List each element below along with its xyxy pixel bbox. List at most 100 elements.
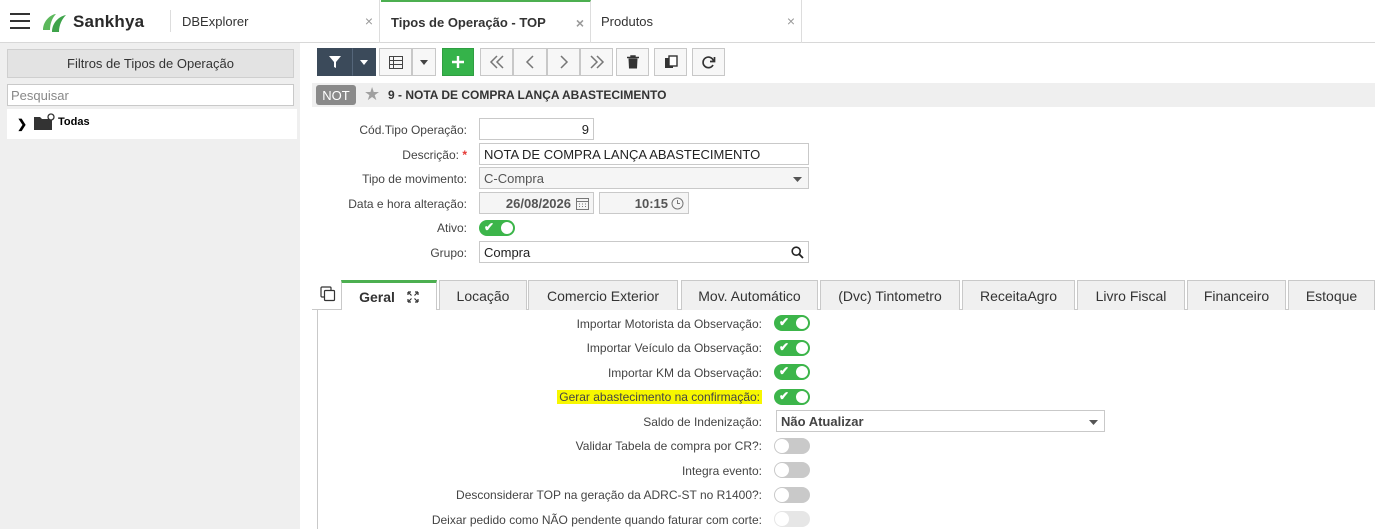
filter-tree: ❯ Todas bbox=[7, 109, 297, 139]
copy-icon bbox=[664, 55, 678, 68]
filter-icon bbox=[328, 56, 341, 68]
grupo-field[interactable]: Compra bbox=[479, 241, 809, 263]
filter-button[interactable] bbox=[317, 48, 352, 76]
desconsiderar-top-toggle[interactable] bbox=[774, 487, 810, 503]
toggle-knob bbox=[775, 439, 789, 453]
chevron-right-icon[interactable]: ❯ bbox=[17, 117, 27, 131]
saldo-indenizacao-select[interactable]: Não Atualizar bbox=[776, 410, 1105, 432]
cod-tipo-operacao-label: Cód.Tipo Operação: bbox=[359, 123, 467, 137]
calendar-icon[interactable] bbox=[576, 197, 589, 210]
star-icon[interactable]: ★ bbox=[364, 84, 380, 105]
sankhya-logo[interactable]: Sankhya bbox=[40, 9, 144, 35]
tipo-movimento-select[interactable]: C-Compra bbox=[479, 167, 809, 189]
hora-alteracao-field[interactable]: 10:15 bbox=[599, 192, 689, 214]
importar-veiculo-label: Importar Veículo da Observação: bbox=[586, 341, 762, 355]
add-button[interactable] bbox=[442, 48, 474, 76]
descricao-label-text: Descrição: bbox=[402, 148, 459, 162]
caret-down-icon bbox=[1089, 420, 1098, 425]
data-hora-alteracao-label: Data e hora alteração: bbox=[348, 197, 467, 211]
toggle-knob bbox=[795, 341, 809, 355]
check-icon: ✔ bbox=[779, 364, 790, 378]
tipo-movimento-value: C-Compra bbox=[484, 170, 544, 186]
tab-produtos[interactable]: Produtos × bbox=[591, 0, 802, 43]
folder-gear-icon bbox=[34, 113, 55, 130]
close-icon[interactable]: × bbox=[365, 13, 373, 29]
grupo-value: Compra bbox=[484, 244, 531, 260]
integra-evento-toggle[interactable] bbox=[774, 462, 810, 478]
gerar-abastecimento-toggle[interactable]: ✔ bbox=[774, 389, 810, 405]
caret-down-icon bbox=[360, 59, 368, 65]
check-icon: ✔ bbox=[779, 389, 790, 403]
double-chevron-left-icon bbox=[489, 55, 504, 69]
delete-button[interactable] bbox=[616, 48, 649, 76]
gerar-abastecimento-label: Gerar abastecimento na confirmação: bbox=[557, 390, 762, 404]
tab-tipos-operacao[interactable]: Tipos de Operação - TOP × bbox=[381, 0, 591, 43]
last-record-button[interactable] bbox=[580, 48, 613, 76]
tab-dvc-tintometro[interactable]: (Dvc) Tintometro bbox=[820, 280, 960, 310]
grid-icon bbox=[388, 55, 403, 69]
hamburger-menu-icon[interactable] bbox=[10, 13, 30, 29]
tab-estoque[interactable]: Estoque bbox=[1288, 280, 1375, 310]
importar-motorista-toggle[interactable]: ✔ bbox=[774, 315, 810, 331]
duplicate-button[interactable] bbox=[654, 48, 687, 76]
toggle-knob bbox=[500, 221, 514, 235]
filter-dropdown-button[interactable] bbox=[352, 48, 376, 76]
caret-down-icon bbox=[793, 177, 802, 182]
expand-icon[interactable] bbox=[407, 291, 419, 303]
data-alteracao-field[interactable]: 26/08/2026 bbox=[479, 192, 594, 214]
tab-label: Geral bbox=[359, 289, 395, 305]
copy-icon[interactable] bbox=[320, 286, 336, 302]
tab-financeiro[interactable]: Financeiro bbox=[1187, 280, 1286, 310]
search-input[interactable] bbox=[7, 84, 294, 106]
tab-dbexplorer[interactable]: DBExplorer × bbox=[180, 0, 380, 43]
tree-item-todas[interactable]: Todas bbox=[58, 116, 90, 128]
prev-record-button[interactable] bbox=[513, 48, 547, 76]
validar-tabela-toggle[interactable] bbox=[774, 438, 810, 454]
toggle-knob bbox=[795, 365, 809, 379]
trash-icon bbox=[626, 55, 639, 69]
grid-view-button[interactable] bbox=[379, 48, 412, 76]
tipo-movimento-label: Tipo de movimento: bbox=[362, 172, 467, 186]
grupo-label: Grupo: bbox=[430, 246, 467, 260]
first-record-button[interactable] bbox=[480, 48, 513, 76]
saldo-indenizacao-label: Saldo de Indenização: bbox=[643, 415, 762, 429]
record-header: NOT ★ 9 - NOTA DE COMPRA LANÇA ABASTECIM… bbox=[312, 83, 1375, 107]
descricao-label: Descrição: * bbox=[402, 148, 467, 162]
tab-receitaagro[interactable]: ReceitaAgro bbox=[962, 280, 1075, 310]
tab-geral[interactable]: Geral bbox=[341, 280, 437, 311]
tab-comercio-exterior[interactable]: Comercio Exterior bbox=[528, 280, 678, 310]
check-icon: ✔ bbox=[779, 315, 790, 329]
next-record-button[interactable] bbox=[547, 48, 580, 76]
deixar-pedido-toggle[interactable] bbox=[774, 511, 810, 527]
chevron-right-icon bbox=[559, 55, 568, 69]
detail-tabs: Geral Locação Comercio Exterior Mov. Aut… bbox=[312, 279, 1375, 311]
refresh-button[interactable] bbox=[692, 48, 725, 76]
close-icon[interactable]: × bbox=[576, 15, 584, 31]
close-icon[interactable]: × bbox=[787, 13, 795, 29]
double-chevron-right-icon bbox=[589, 55, 604, 69]
required-marker: * bbox=[462, 148, 467, 162]
cod-tipo-operacao-field[interactable]: 9 bbox=[479, 118, 594, 140]
search-icon[interactable] bbox=[791, 246, 804, 259]
ativo-toggle[interactable]: ✔ bbox=[479, 220, 515, 236]
tab-label: Produtos bbox=[601, 14, 654, 29]
toggle-knob bbox=[795, 316, 809, 330]
importar-veiculo-toggle[interactable]: ✔ bbox=[774, 340, 810, 356]
validar-tabela-label: Validar Tabela de compra por CR?: bbox=[575, 439, 762, 453]
filter-panel-title[interactable]: Filtros de Tipos de Operação bbox=[7, 49, 294, 78]
hora-alteracao-value: 10:15 bbox=[634, 195, 668, 211]
tab-mov-automatico[interactable]: Mov. Automático bbox=[681, 280, 818, 310]
descricao-field[interactable]: NOTA DE COMPRA LANÇA ABASTECIMENTO bbox=[479, 143, 809, 165]
importar-km-label: Importar KM da Observação: bbox=[607, 366, 762, 380]
deixar-pedido-label: Deixar pedido como NÃO pendente quando f… bbox=[431, 513, 762, 527]
grid-dropdown-button[interactable] bbox=[412, 48, 436, 76]
saldo-indenizacao-value: Não Atualizar bbox=[781, 413, 864, 429]
logo-divider bbox=[170, 10, 171, 32]
top-bar: Sankhya DBExplorer × Tipos de Operação -… bbox=[0, 0, 1375, 43]
importar-km-toggle[interactable]: ✔ bbox=[774, 364, 810, 380]
tab-locacao[interactable]: Locação bbox=[439, 280, 527, 310]
toggle-knob bbox=[775, 512, 789, 526]
clock-icon[interactable] bbox=[671, 197, 684, 210]
tab-livro-fiscal[interactable]: Livro Fiscal bbox=[1077, 280, 1185, 310]
caret-down-icon bbox=[420, 59, 428, 65]
